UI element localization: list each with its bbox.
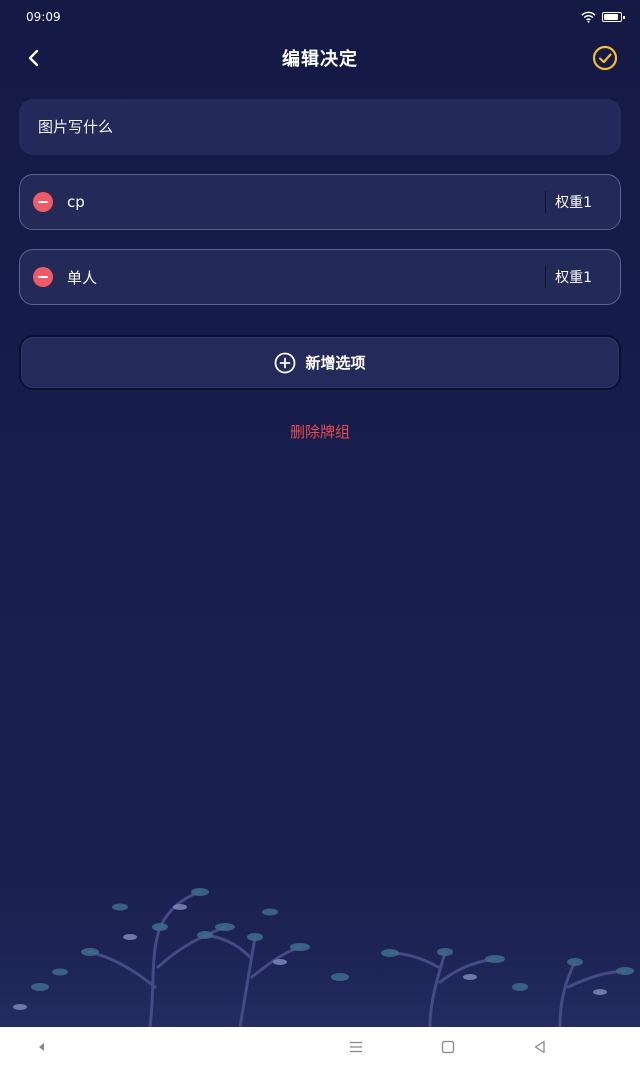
status-bar: 09:09 <box>0 0 640 34</box>
foliage-illustration <box>0 867 640 1027</box>
minus-circle-icon[interactable] <box>33 267 53 287</box>
delete-deck-row: 删除牌组 <box>0 421 640 442</box>
option-row: 权重1 <box>19 249 621 305</box>
deck-title-input[interactable] <box>38 118 602 136</box>
deck-title-field[interactable] <box>19 99 621 155</box>
status-time: 09:09 <box>26 10 61 24</box>
minus-circle-icon[interactable] <box>33 192 53 212</box>
add-option-label: 新增选项 <box>305 354 366 372</box>
page-title: 编辑决定 <box>282 49 358 70</box>
system-nav-bar <box>0 1027 640 1067</box>
weight-selector[interactable]: 权重1 <box>546 267 620 287</box>
back-nav-icon[interactable] <box>532 1039 548 1055</box>
back-icon <box>28 49 39 67</box>
back-triangle-icon[interactable] <box>34 1039 50 1055</box>
add-option-button[interactable]: 新增选项 <box>19 335 621 390</box>
plus-circle-icon <box>275 352 296 373</box>
option-input[interactable] <box>67 193 546 211</box>
check-circle-icon[interactable] <box>592 45 618 71</box>
home-icon[interactable] <box>440 1039 456 1055</box>
back-button[interactable] <box>20 44 48 72</box>
menu-icon[interactable] <box>348 1039 364 1055</box>
weight-selector[interactable]: 权重1 <box>546 192 620 212</box>
app-screen: 09:09 编辑决定 .title-input::placeho <box>0 0 640 1027</box>
option-row: 权重1 <box>19 174 621 230</box>
status-icons <box>581 11 625 23</box>
delete-deck-button[interactable]: 删除牌组 <box>290 423 350 441</box>
nav-bar: 编辑决定 <box>0 34 640 82</box>
option-input[interactable] <box>67 268 546 286</box>
wifi-icon <box>581 11 596 23</box>
battery-icon <box>602 12 625 22</box>
